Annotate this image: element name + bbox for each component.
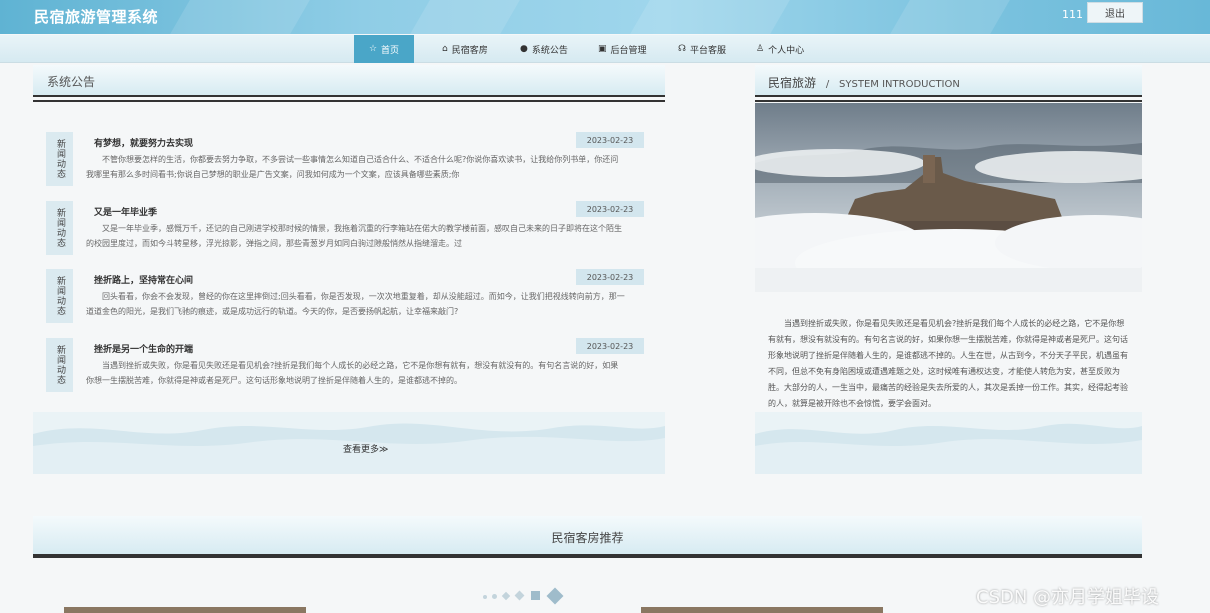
news-tag: 新闻动态	[46, 338, 73, 392]
news-summary: 又是一年毕业季，感慨万千，还记的自己刚进学校那时候的情景，我拖着沉重的行李箱站在…	[86, 224, 622, 248]
divider	[755, 100, 1142, 102]
recommend-header: 民宿客房推荐	[33, 516, 1142, 554]
carousel-dot[interactable]	[501, 591, 511, 601]
main-nav: ☆ 首页 ⌂ 民宿客房 ● 系统公告 ▣ 后台管理 ☊ 平台客服 ♙ 个人中心	[0, 35, 1210, 63]
carousel-dot[interactable]	[514, 590, 525, 601]
divider	[33, 554, 1142, 558]
news-tag-label: 新闻动态	[55, 139, 65, 179]
list-item[interactable]: 新闻动态 挫折路上，坚持常在心间 2023-02-23 回头看看，你会不会发现，…	[46, 269, 646, 325]
castle-in-clouds-image	[755, 103, 1142, 292]
star-icon: ☆	[368, 44, 378, 54]
news-tag: 新闻动态	[46, 201, 73, 255]
nav-item-label: 系统公告	[531, 45, 568, 56]
nav-item-label: 民宿客房	[451, 45, 488, 56]
nav-item-label: 首页	[381, 45, 400, 56]
briefcase-icon: ▣	[598, 44, 607, 54]
news-date: 2023-02-23	[576, 338, 644, 354]
news-title[interactable]: 挫折是另一个生命的开端	[94, 342, 193, 355]
header-decoration	[630, 0, 790, 34]
carousel-dot-active[interactable]	[531, 591, 540, 600]
news-tag-label: 新闻动态	[55, 345, 65, 385]
nav-item-service[interactable]: ☊ 平台客服	[668, 35, 736, 63]
watermark: CSDN @亦月学姐毕设	[976, 587, 1160, 608]
recommend-title: 民宿客房推荐	[551, 531, 624, 545]
header-decoration	[410, 0, 520, 34]
room-card-image[interactable]	[641, 607, 883, 613]
carousel-dot[interactable]	[546, 587, 564, 605]
intro-panel-title: 民宿旅游 / SYSTEM INTRODUCTION	[768, 74, 960, 91]
list-item[interactable]: 新闻动态 又是一年毕业季 2023-02-23 又是一年毕业季，感慨万千，还记的…	[46, 201, 646, 257]
news-date: 2023-02-23	[576, 201, 644, 217]
notice-panel-title: 系统公告	[47, 75, 96, 89]
header-decoration	[890, 0, 1010, 34]
nav-item-rooms[interactable]: ⌂ 民宿客房	[432, 35, 498, 63]
list-item[interactable]: 新闻动态 挫折是另一个生命的开端 2023-02-23 当遇到挫折或失败，你是看…	[46, 338, 646, 394]
nav-item-label: 平台客服	[690, 45, 727, 56]
header-decoration	[170, 0, 310, 34]
nav-item-profile[interactable]: ♙ 个人中心	[746, 35, 814, 63]
wave-decoration	[755, 412, 1142, 474]
nav-item-label: 后台管理	[610, 45, 647, 56]
notice-panel-header	[33, 65, 665, 97]
bed-icon: ⌂	[442, 44, 448, 54]
nav-item-notice[interactable]: ● 系统公告	[510, 35, 578, 63]
news-summary: 不管你想要怎样的生活，你都要去努力争取，不多尝试一些事情怎么知道自己适合什么、不…	[86, 155, 619, 179]
headset-icon: ☊	[678, 44, 686, 54]
top-header: 民宿旅游管理系统 111 退出	[0, 0, 1210, 34]
intro-text: 当遇到挫折或失败，你是看见失败还是看见机会?挫折是我们每个人成长的必经之路，它不…	[768, 319, 1128, 408]
news-summary: 回头看看，你会不会发现，曾经的你在这里摔倒过;回头看看，你是否发现，一次次地重复…	[86, 292, 625, 316]
news-date: 2023-02-23	[576, 269, 644, 285]
intro-separator: /	[825, 79, 830, 90]
news-title[interactable]: 挫折路上，坚持常在心间	[94, 273, 193, 286]
news-tag-label: 新闻动态	[55, 208, 65, 248]
news-tag-label: 新闻动态	[55, 276, 65, 316]
user-name: 111	[1062, 8, 1083, 21]
list-item[interactable]: 新闻动态 有梦想，就要努力去实现 2023-02-23 不管你想要怎样的生活，你…	[46, 132, 646, 188]
room-card-image[interactable]	[64, 607, 306, 613]
news-tag: 新闻动态	[46, 269, 73, 323]
intro-subtitle: SYSTEM INTRODUCTION	[839, 79, 960, 90]
app-title: 民宿旅游管理系统	[34, 8, 159, 26]
carousel-dot[interactable]	[483, 595, 487, 599]
news-title[interactable]: 有梦想，就要努力去实现	[94, 136, 193, 149]
news-tag: 新闻动态	[46, 132, 73, 186]
intro-title: 民宿旅游	[768, 76, 817, 90]
news-summary: 当遇到挫折或失败，你是看见失败还是看见机会?挫折是我们每个人成长的必经之路，它不…	[86, 361, 619, 385]
wave-graphic	[755, 423, 1142, 474]
nav-item-home[interactable]: ☆ 首页	[354, 35, 414, 63]
divider	[33, 100, 665, 102]
logout-button[interactable]: 退出	[1087, 2, 1143, 23]
news-date: 2023-02-23	[576, 132, 644, 148]
carousel-dot[interactable]	[492, 594, 497, 599]
nav-item-label: 个人中心	[768, 45, 805, 56]
info-icon: ●	[520, 44, 528, 54]
nav-item-admin[interactable]: ▣ 后台管理	[588, 35, 657, 63]
news-title[interactable]: 又是一年毕业季	[94, 205, 157, 218]
intro-image	[755, 103, 1142, 292]
view-more-link[interactable]: 查看更多≫	[343, 442, 388, 455]
user-icon: ♙	[756, 44, 765, 54]
